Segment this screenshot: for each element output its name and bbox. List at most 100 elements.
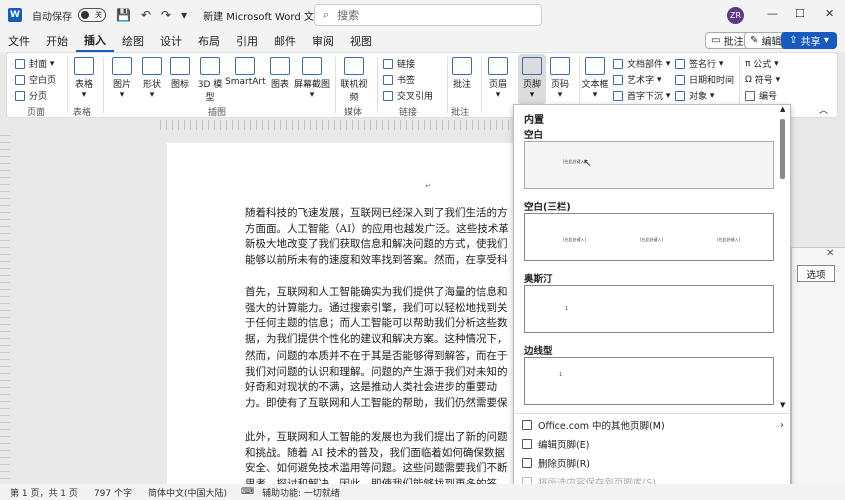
scroll-down-icon[interactable]: ▼ [780, 401, 785, 409]
textbox-button[interactable]: 文本框 ▾ [581, 57, 609, 100]
paragraph-4[interactable]: 此外，互联网和人工智能的发展也为我们提出了新的问题和挑战。随着 AI 技术的普及… [245, 430, 515, 484]
footer-button[interactable]: 页脚 ▾ [519, 57, 545, 100]
avatar[interactable]: ZR [727, 7, 744, 24]
pencil-icon: ✎ [750, 35, 762, 46]
autosave-toggle[interactable]: 关 [78, 8, 106, 22]
table-button[interactable]: 表格 ▾ [71, 57, 97, 100]
screenshot-icon [302, 57, 322, 75]
group-label-pages: 页面 [27, 108, 46, 118]
tab-mailings[interactable]: 邮件 [266, 30, 304, 52]
paragraph-3[interactable]: 然而，问题的本质并不在于其是否能够得到解答，而在于我们对问题的认识和理解。问题的… [245, 349, 515, 411]
dropdown-divider [514, 413, 790, 414]
gallery-item-label: 边线型 [524, 346, 553, 357]
header-icon [488, 57, 508, 75]
tab-home[interactable]: 开始 [38, 30, 76, 52]
smartart-icon [235, 57, 255, 75]
word-count[interactable]: 797 个字 [94, 486, 132, 499]
close-icon[interactable]: ✕ [826, 248, 834, 259]
drop-cap-button[interactable]: 首字下沉 ▾ [613, 89, 670, 102]
remove-footer-item[interactable]: 删除页脚(R) [522, 456, 590, 470]
screenshot-button[interactable]: 屏幕截图 ▾ [293, 57, 331, 100]
footer-option-blank[interactable]: [在此处键入] ↖ [524, 141, 774, 189]
undo-icon[interactable]: ↶ [141, 8, 151, 22]
icons-button[interactable]: 图标 [169, 57, 191, 90]
date-time-button[interactable]: 日期和时间 [675, 73, 734, 86]
language-indicator[interactable]: 简体中文(中国大陆) [148, 486, 227, 499]
paragraph-1[interactable]: 随着科技的飞速发展，互联网已经深入到了我们生活的方方面面。人工智能（AI）的应用… [245, 206, 515, 268]
insert-comment-button[interactable]: 批注 [449, 57, 475, 90]
group-label-links: 链接 [399, 108, 418, 118]
tab-view[interactable]: 视图 [342, 30, 380, 52]
object-icon [675, 90, 685, 101]
textbox-icon [585, 57, 605, 75]
object-button[interactable]: 对象 ▾ [675, 89, 714, 102]
chart-button[interactable]: 图表 [267, 57, 293, 90]
remove-footer-icon [522, 458, 532, 468]
number-button[interactable]: 编号 [745, 89, 777, 102]
office-icon [522, 420, 532, 430]
side-panel [791, 247, 845, 487]
footer-option-sideline[interactable]: 1 [524, 357, 774, 405]
page-number-button[interactable]: 页码 ▾ [547, 57, 573, 100]
signature-line-button[interactable]: 签名行 ▾ [675, 57, 723, 70]
quick-parts-button[interactable]: 文档部件 ▾ [613, 57, 670, 70]
document-title: 新建 Microsoft Word 文档 [203, 11, 324, 23]
options-button[interactable]: 选项 [797, 265, 835, 282]
icons-icon [170, 57, 190, 75]
customize-toolbar-icon[interactable]: ▾ [181, 8, 187, 22]
tab-file[interactable]: 文件 [0, 30, 38, 52]
symbol-button[interactable]: Ω 符号 ▾ [745, 73, 780, 87]
collapse-ribbon-icon[interactable]: ︿ [819, 103, 828, 116]
tab-references[interactable]: 引用 [228, 30, 266, 52]
group-label-illustrations: 插图 [208, 108, 227, 118]
scrollbar-thumb[interactable] [780, 119, 785, 179]
gallery-scrollbar[interactable] [780, 113, 786, 413]
scroll-up-icon[interactable]: ▲ [780, 105, 785, 113]
comments-button[interactable]: ▭ 批注 [705, 32, 750, 49]
footer-option-blank-three-column[interactable]: [在此处键入] [在此处键入] [在此处键入] [524, 213, 774, 261]
picture-button[interactable]: 图片 ▾ [109, 57, 135, 100]
chevron-right-icon: › [780, 419, 784, 431]
redo-icon[interactable]: ↷ [161, 8, 171, 22]
gallery-item-label: 奥斯汀 [524, 274, 553, 285]
bookmark-button[interactable]: 书签 [383, 73, 415, 86]
tab-review[interactable]: 审阅 [304, 30, 342, 52]
link-button[interactable]: 链接 [383, 57, 415, 70]
paragraph-2[interactable]: 首先，互联网和人工智能确实为我们提供了海量的信息和强大的计算能力。通过搜索引擎，… [245, 285, 515, 347]
accessibility-status[interactable]: 辅助功能: 一切就绪 [262, 486, 340, 499]
header-button[interactable]: 页眉 ▾ [485, 57, 511, 100]
gallery-item-label: 空白(三栏) [524, 202, 571, 213]
smartart-button[interactable]: SmartArt [225, 57, 266, 87]
minimize-button[interactable]: — [767, 7, 778, 20]
gallery-section-title: 内置 [524, 115, 544, 126]
tab-draw[interactable]: 绘图 [114, 30, 152, 52]
footer-option-austin[interactable]: 1 [524, 285, 774, 333]
group-divider [335, 57, 336, 113]
link-icon [383, 58, 393, 69]
maximize-button[interactable]: ☐ [795, 7, 805, 20]
share-button[interactable]: ⇪ 共享 ▾ [781, 32, 837, 49]
page-break-button[interactable]: 分页 [15, 89, 47, 102]
word-logo-icon: W [8, 8, 22, 22]
footer-gallery-dropdown: 内置 空白 [在此处键入] ↖ 空白(三栏) [在此处键入] [在此处键入] [… [513, 104, 791, 490]
footer-icon [522, 57, 542, 75]
tab-layout[interactable]: 布局 [190, 30, 228, 52]
blank-page-button[interactable]: 空白页 [15, 73, 56, 86]
close-button[interactable]: ✕ [825, 7, 834, 20]
equation-button[interactable]: π 公式 ▾ [745, 57, 779, 71]
3d-model-button[interactable]: 3D 模型 [195, 57, 225, 103]
wordart-button[interactable]: 艺术字 ▾ [613, 73, 661, 86]
tab-insert[interactable]: 插入 [76, 30, 114, 52]
comment-icon [452, 57, 472, 75]
edit-footer-item[interactable]: 编辑页脚(E) [522, 437, 589, 451]
drop-cap-icon [613, 90, 623, 101]
cover-page-button[interactable]: 封面 ▾ [15, 57, 54, 70]
tab-design[interactable]: 设计 [152, 30, 190, 52]
online-video-button[interactable]: 联机视频 [337, 57, 371, 103]
save-icon[interactable]: 💾 [116, 8, 131, 22]
cross-reference-button[interactable]: 交叉引用 [383, 89, 433, 102]
more-footers-link[interactable]: Office.com 中的其他页脚(M) › [522, 418, 784, 432]
page-count[interactable]: 第 1 页，共 1 页 [10, 486, 78, 499]
search-input[interactable]: ⌕ 搜索 [314, 4, 542, 26]
shapes-button[interactable]: 形状 ▾ [139, 57, 165, 100]
